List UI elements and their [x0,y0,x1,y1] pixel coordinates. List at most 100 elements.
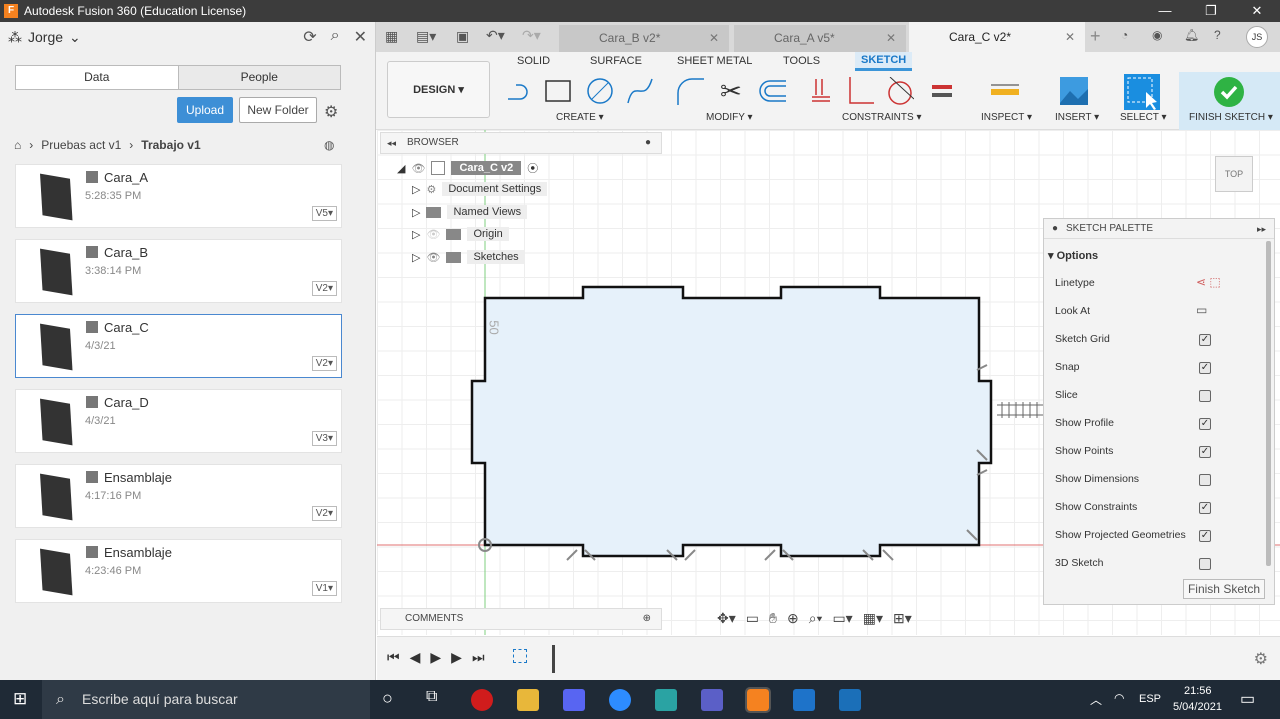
redo-icon[interactable]: ↷▾ [522,27,541,44]
line-tool-icon[interactable] [506,77,534,105]
offset-tool-icon[interactable] [758,77,786,105]
timeline-sketch-feature[interactable] [513,649,527,663]
look-at-icon[interactable]: ▭ [1196,303,1207,317]
modify-menu[interactable]: MODIFY ▾ [706,112,753,123]
version-dropdown[interactable]: V2▾ [311,506,337,521]
timeline-settings-gear-icon[interactable]: ⚙ [1254,649,1268,669]
options-section[interactable]: ▾ Options [1048,249,1098,262]
palette-option-checkbox[interactable] [1199,390,1211,402]
step-back-icon[interactable]: ◀ [410,649,421,666]
apps-grid-icon[interactable]: ▦ [385,28,398,45]
pan-hand-icon[interactable]: ✋︎ [769,610,777,627]
palette-option-checkbox[interactable]: ✓ [1199,502,1211,514]
tab-people[interactable]: People [177,66,340,89]
version-dropdown[interactable]: V2▾ [311,281,337,296]
select-tool-icon[interactable] [1124,74,1160,110]
tangent-constraint-icon[interactable] [886,77,914,105]
file-card[interactable]: Cara_C 4/3/21 V2▾ [15,314,342,378]
tray-chevron-icon[interactable]: ︿ [1090,691,1102,708]
close-button[interactable]: ✕ [1234,3,1280,19]
photos-icon[interactable] [839,689,861,711]
taskbar-search[interactable]: ⌕ Escribe aquí para buscar [42,680,370,719]
equal-constraint-icon[interactable] [930,77,958,105]
file-card[interactable]: Ensamblaje 4:17:16 PM V2▾ [15,464,342,528]
clock-date[interactable]: 5/04/2021 [1173,701,1222,713]
fillet-tool-icon[interactable] [676,77,704,105]
palette-option-checkbox[interactable]: ✓ [1199,334,1211,346]
file-menu-icon[interactable]: ▤▾ [416,28,436,45]
fusion360-taskbar-icon[interactable] [745,687,771,713]
version-dropdown[interactable]: V1▾ [311,581,337,596]
undo-icon[interactable]: ↶▾ [486,27,505,44]
palette-option-checkbox[interactable] [1199,558,1211,570]
comments-panel-header[interactable]: COMMENTS ⊕ [380,608,662,630]
timeline-marker[interactable] [552,645,555,673]
palette-option-checkbox[interactable]: ✓ [1199,418,1211,430]
insert-menu[interactable]: INSERT ▾ [1055,112,1099,123]
globe-icon[interactable]: ◍ [324,138,334,152]
tab-data[interactable]: Data [16,66,178,89]
file-card[interactable]: Cara_B 3:38:14 PM V2▾ [15,239,342,303]
trim-scissors-icon[interactable]: ✂ [720,76,742,107]
tab-sketch[interactable]: SKETCH [855,52,913,71]
dimension-label[interactable]: 50 [487,320,502,334]
linetype-icon[interactable]: ⋖ ⬚ [1196,275,1221,289]
cortana-icon[interactable]: ○ [382,688,393,709]
zoom-window-icon[interactable]: ⌕▾ [809,610,823,627]
tab-solid[interactable]: SOLID [517,55,550,67]
refresh-icon[interactable]: ⟳ [303,27,316,47]
clock-time[interactable]: 21:56 [1184,685,1212,697]
search-icon[interactable]: ⌕ [331,27,340,47]
fix-constraint-icon[interactable] [808,77,836,105]
windows-start-icon[interactable]: ⊞ [13,689,27,709]
select-menu[interactable]: SELECT ▾ [1120,112,1167,123]
new-tab-icon[interactable]: + [1090,26,1101,47]
tab-cara-c[interactable]: Cara_C v2* ✕ [909,22,1085,52]
go-to-start-icon[interactable]: ⏮ [387,649,400,666]
zoom-icon[interactable]: ⊕ [787,610,799,627]
play-icon[interactable]: ▶ [430,649,441,666]
finish-sketch-menu[interactable]: FINISH SKETCH ▾ [1189,112,1273,123]
tab-cara-a[interactable]: Cara_A v5* ✕ [734,25,906,52]
zoom-app-icon[interactable] [609,689,631,711]
tab-sheet-metal[interactable]: SHEET METAL [677,55,752,67]
save-icon[interactable]: ▣ [456,28,469,45]
settings-gear-icon[interactable]: ⚙ [324,102,338,122]
file-card[interactable]: Cara_A 5:28:35 PM V5▾ [15,164,342,228]
close-panel-icon[interactable]: ✕ [354,27,367,47]
workspace-dropdown[interactable]: DESIGN ▾ [387,61,490,118]
insert-image-icon[interactable] [1060,77,1088,105]
user-dropdown[interactable]: Jorge [28,29,63,45]
create-menu[interactable]: CREATE ▾ [556,112,604,123]
notifications-icon[interactable]: 🔔︎ [1184,28,1199,42]
spline-tool-icon[interactable] [626,77,654,105]
palette-option-checkbox[interactable]: ✓ [1199,362,1211,374]
view-cube[interactable]: TOP [1215,156,1253,192]
language-indicator[interactable]: ESP [1139,693,1161,705]
browser-root[interactable]: ◢ 👁︎ Cara_C v2 ⦿ [397,160,538,176]
constraints-menu[interactable]: CONSTRAINTS ▾ [842,112,921,123]
circle-tool-icon[interactable] [586,77,614,105]
file-card[interactable]: Cara_D 4/3/21 V3▾ [15,389,342,453]
task-view-icon[interactable]: ⧉ [426,688,437,706]
grid-settings-icon[interactable]: ▦▾ [863,610,883,627]
step-forward-icon[interactable]: ▶ [451,649,462,666]
home-icon[interactable]: ⌂ [14,138,21,152]
orbit-icon[interactable]: ✥▾ [717,610,736,627]
opera-icon[interactable] [471,689,493,711]
go-to-end-icon[interactable]: ⏭ [472,649,485,666]
breadcrumb-project[interactable]: Pruebas act v1 [41,138,121,152]
tab-cara-b[interactable]: Cara_B v2* ✕ [559,25,729,52]
help-icon[interactable]: ? [1214,28,1221,42]
wifi-icon[interactable]: ◠ [1114,691,1124,705]
browser-item-document-settings[interactable]: ▷ ⚙ Document Settings [412,182,548,196]
inspect-menu[interactable]: INSPECT ▾ [981,112,1032,123]
palette-option-checkbox[interactable] [1199,474,1211,486]
new-folder-button[interactable]: New Folder [239,97,317,123]
look-at-icon[interactable]: ▭ [746,610,759,627]
sketch-palette-header[interactable]: ● SKETCH PALETTE ▸▸ [1044,219,1274,239]
viewports-icon[interactable]: ⊞▾ [893,610,912,627]
measure-icon[interactable] [991,77,1019,105]
display-settings-icon[interactable]: ▭▾ [832,610,852,627]
palette-option-checkbox[interactable]: ✓ [1199,530,1211,542]
